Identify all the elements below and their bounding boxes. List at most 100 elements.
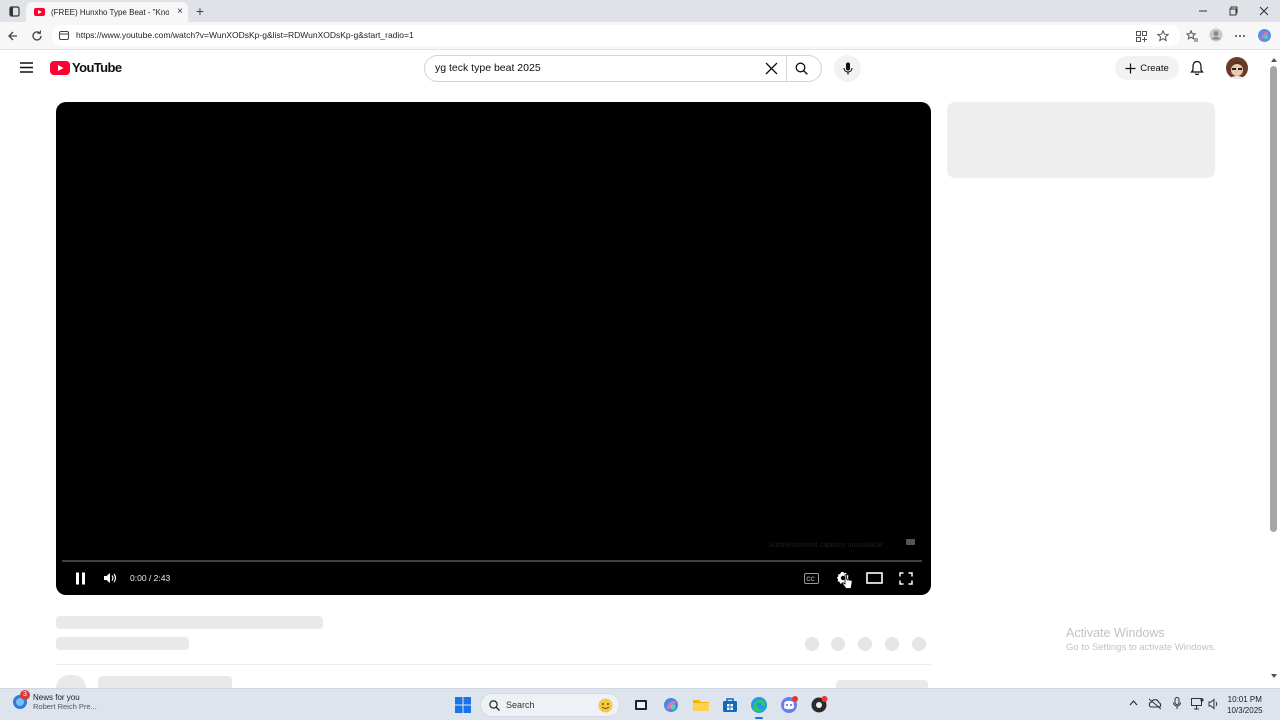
fullscreen-icon — [899, 571, 913, 585]
windows-start-icon[interactable] — [455, 697, 471, 713]
taskbar-search-label: Search — [506, 700, 535, 710]
youtube-logo[interactable]: YouTube — [50, 60, 122, 75]
copilot-icon[interactable] — [1256, 27, 1272, 43]
divider — [56, 664, 931, 665]
favorite-star-icon[interactable] — [1155, 28, 1171, 44]
comment-placeholder — [98, 676, 232, 688]
microphone-icon — [842, 62, 853, 75]
more-menu-icon[interactable] — [1232, 28, 1248, 44]
microsoft-store-icon[interactable] — [721, 696, 739, 714]
active-app-indicator — [755, 717, 763, 719]
search-input[interactable]: yg teck type beat 2025 — [424, 55, 822, 82]
address-bar: https://www.youtube.com/watch?v=WunXODsK… — [0, 22, 1280, 71]
avatar[interactable] — [1226, 57, 1248, 79]
avatar-placeholder — [56, 675, 86, 688]
activate-windows-title: Activate Windows — [1066, 626, 1165, 640]
taskbar-search-box[interactable]: Search — [480, 693, 620, 717]
fullscreen-button[interactable] — [896, 569, 916, 587]
site-info-icon[interactable] — [59, 31, 69, 40]
time-display: 0:00 / 2:43 — [130, 573, 171, 583]
tab-title: (FREE) Hunxho Type Beat - "Knowi — [51, 7, 169, 17]
news-title: News for you — [33, 693, 80, 702]
tab-close-icon[interactable]: × — [177, 6, 183, 17]
refresh-icon[interactable] — [29, 28, 45, 44]
system-clock[interactable]: 10:01 PM 10/3/2025 — [1227, 694, 1263, 716]
youtube-favicon-icon — [34, 8, 45, 16]
pause-button[interactable] — [70, 569, 90, 587]
video-player[interactable]: Subtitles/closed captions unavailable 0:… — [56, 102, 931, 595]
search-query-text: yg teck type beat 2025 — [435, 62, 541, 74]
record-app-icon[interactable] — [810, 696, 828, 714]
mini-icon — [906, 539, 915, 545]
captions-unavailable-message: Subtitles/closed captions unavailable — [768, 542, 883, 549]
search-icon — [489, 699, 500, 711]
activate-windows-subtitle: Go to Settings to activate Windows. — [1066, 642, 1216, 653]
window-close-icon[interactable] — [1256, 3, 1272, 19]
create-label: Create — [1140, 62, 1169, 74]
search-divider — [786, 56, 787, 81]
browser-tab-strip: (FREE) Hunxho Type Beat - "Knowi × + — [0, 0, 1280, 22]
file-explorer-icon[interactable] — [692, 696, 710, 714]
theater-icon — [865, 572, 883, 584]
volume-icon — [104, 573, 117, 583]
action-placeholder-dot — [805, 637, 819, 651]
theater-mode-button[interactable] — [864, 569, 884, 587]
url-text: https://www.youtube.com/watch?v=WunXODsK… — [76, 30, 414, 40]
edge-browser-icon[interactable] — [750, 696, 768, 719]
mouse-cursor-icon — [842, 574, 853, 590]
progress-bar[interactable] — [62, 560, 922, 562]
activate-windows-watermark: Activate Windows Go to Settings to activ… — [1066, 626, 1216, 653]
svg-text:CC: CC — [806, 577, 815, 583]
pause-icon — [75, 572, 85, 584]
restore-icon[interactable] — [1226, 3, 1242, 19]
action-placeholder-dot — [912, 637, 926, 651]
youtube-logo-icon — [50, 60, 70, 75]
volume-tray-icon[interactable] — [1208, 698, 1221, 710]
search-icon[interactable] — [795, 62, 808, 75]
minimize-icon[interactable] — [1195, 3, 1211, 19]
action-placeholder-dot — [885, 637, 899, 651]
scroll-up-icon[interactable] — [1271, 58, 1277, 62]
emoji-search-highlight-icon — [598, 698, 613, 713]
scroll-down-icon[interactable] — [1271, 674, 1277, 678]
youtube-logo-text: YouTube — [72, 60, 122, 75]
discord-icon[interactable] — [780, 696, 798, 714]
new-tab-button[interactable]: + — [192, 3, 208, 19]
clock-date: 10/3/2025 — [1227, 706, 1263, 715]
app-available-icon[interactable] — [1133, 28, 1149, 44]
url-field[interactable]: https://www.youtube.com/watch?v=WunXODsK… — [52, 25, 1180, 46]
scroll-thumb[interactable] — [1270, 66, 1277, 532]
sidebar-placeholder-card — [947, 102, 1215, 178]
action-placeholder-dot — [831, 637, 845, 651]
subtitles-button[interactable]: CC — [801, 569, 821, 587]
news-badge: 3 — [20, 690, 30, 700]
captions-icon: CC — [803, 572, 819, 584]
tab-youtube[interactable]: (FREE) Hunxho Type Beat - "Knowi × — [26, 2, 188, 22]
news-subtitle: Robert Reich Pre... — [33, 702, 97, 711]
guide-menu-icon[interactable] — [19, 61, 34, 74]
channel-placeholder — [56, 637, 189, 650]
action-placeholder-dot — [858, 637, 872, 651]
sort-placeholder — [836, 680, 928, 688]
create-button[interactable]: Create — [1115, 56, 1179, 80]
clear-search-icon[interactable] — [765, 62, 778, 75]
voice-search-button[interactable] — [834, 55, 861, 82]
title-placeholder — [56, 616, 323, 629]
copilot-app-icon[interactable] — [662, 696, 680, 714]
mute-button[interactable] — [100, 569, 120, 587]
network-icon[interactable] — [1191, 698, 1204, 710]
windows-taskbar: 3 News for you Robert Reich Pre... Searc… — [0, 688, 1280, 720]
profile-icon[interactable] — [1208, 27, 1224, 43]
show-hidden-icons-chevron-icon[interactable] — [1129, 700, 1138, 706]
news-widget[interactable]: 3 News for you Robert Reich Pre... — [12, 690, 97, 711]
plus-icon — [1125, 63, 1136, 73]
onedrive-icon[interactable] — [1148, 698, 1162, 710]
back-icon[interactable] — [5, 28, 21, 44]
clock-time: 10:01 PM — [1227, 695, 1262, 704]
favorites-icon[interactable] — [1184, 28, 1200, 44]
youtube-header: YouTube yg teck type beat 2025 Create — [0, 50, 1268, 88]
microphone-tray-icon[interactable] — [1173, 697, 1181, 710]
tab-actions-icon[interactable] — [6, 3, 22, 19]
task-view-icon[interactable] — [632, 696, 650, 714]
notifications-bell-icon[interactable] — [1190, 60, 1204, 76]
